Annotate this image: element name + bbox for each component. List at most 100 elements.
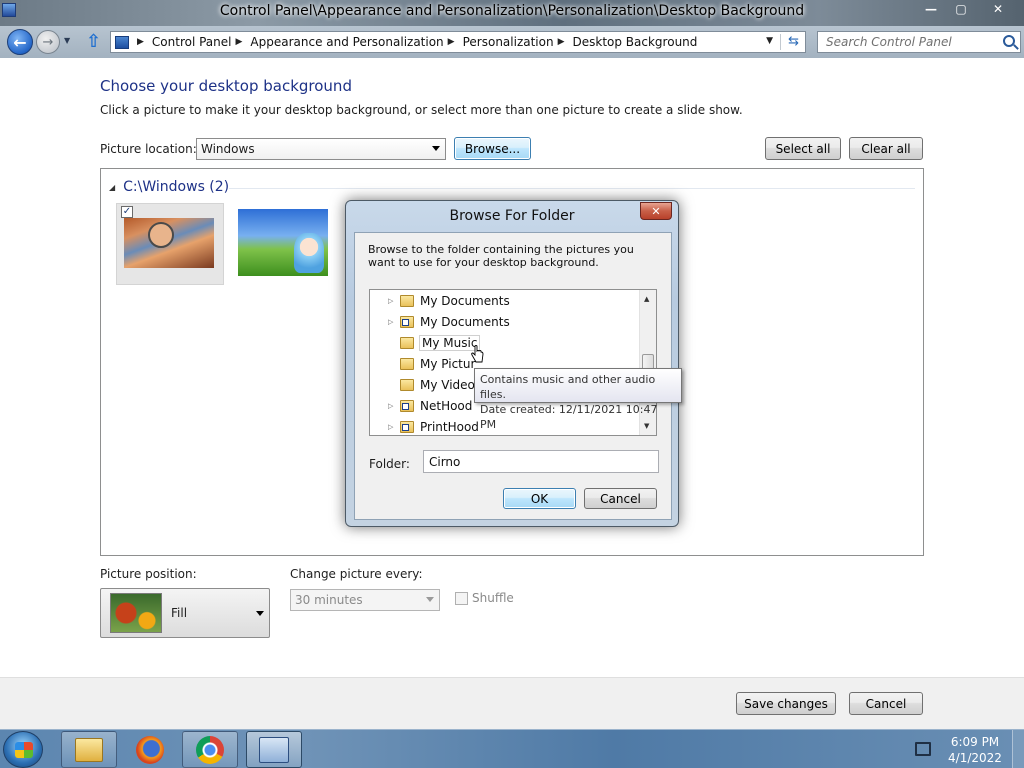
select-all-button[interactable]: Select all: [765, 137, 841, 160]
search-input[interactable]: [818, 32, 996, 52]
dialog-cancel-button[interactable]: Cancel: [584, 488, 657, 509]
clear-all-button[interactable]: Clear all: [849, 137, 923, 160]
shuffle-checkbox[interactable]: Shuffle: [455, 591, 514, 605]
taskbar-explorer[interactable]: [61, 731, 117, 768]
folder-icon: [400, 378, 414, 391]
taskbar-firefox[interactable]: [122, 731, 178, 768]
recent-pages-dropdown[interactable]: ▼: [64, 36, 70, 45]
address-bar[interactable]: ▶ Control Panel ▶ Appearance and Persona…: [110, 31, 806, 53]
change-every-select[interactable]: 30 minutes: [290, 589, 440, 611]
search-icon[interactable]: [1003, 35, 1015, 47]
tree-item-label: My Videos: [420, 377, 482, 392]
picture-position-label: Picture position:: [100, 567, 197, 581]
position-preview-image: [110, 593, 162, 633]
expand-arrow-icon[interactable]: ▷: [388, 423, 398, 431]
picture-location-value: Windows: [201, 142, 255, 156]
folder-shortcut-icon: [400, 399, 414, 412]
tooltip-description: Contains music and other audio files.: [480, 373, 656, 401]
back-arrow-icon: ←: [13, 32, 27, 52]
taskbar-chrome[interactable]: [182, 731, 238, 768]
breadcrumb-separator-icon[interactable]: ▶: [137, 37, 144, 47]
system-clock[interactable]: 6:09 PM 4/1/2022: [940, 734, 1010, 766]
chrome-icon: [196, 735, 224, 764]
picture-position-value: Fill: [171, 606, 188, 620]
forward-button[interactable]: →: [36, 30, 60, 54]
breadcrumb-separator-icon[interactable]: ▶: [558, 37, 565, 47]
show-desktop-button[interactable]: [1012, 730, 1024, 768]
breadcrumb-personalization[interactable]: Personalization: [463, 35, 554, 49]
breadcrumb-separator-icon[interactable]: ▶: [448, 37, 455, 47]
page-title: Choose your desktop background: [100, 77, 352, 95]
taskbar: 6:09 PM 4/1/2022: [0, 729, 1024, 768]
tree-item-label: My Pictur: [420, 356, 476, 371]
address-divider: [780, 34, 781, 50]
folder-label: Folder:: [369, 457, 410, 471]
tree-item-label: My Documents: [420, 293, 510, 308]
expand-arrow-icon[interactable]: ▷: [388, 297, 398, 305]
group-header[interactable]: ◢ C:\Windows (2): [109, 179, 229, 195]
tooltip-date-created: Date created: 12/11/2021 10:47 PM: [480, 403, 658, 431]
change-every-value: 30 minutes: [295, 593, 363, 607]
expand-arrow-icon[interactable]: ▷: [388, 318, 398, 326]
browse-button[interactable]: Browse...: [454, 137, 531, 160]
up-arrow-icon[interactable]: ⇧: [86, 31, 101, 52]
picture-position-select[interactable]: Fill: [100, 588, 270, 638]
start-button[interactable]: [3, 731, 43, 768]
clock-date: 4/1/2022: [948, 751, 1002, 765]
chevron-down-icon: [432, 146, 440, 151]
folder-shortcut-icon: [400, 420, 414, 433]
group-divider: [229, 188, 915, 189]
wallpaper-thumbnail[interactable]: [238, 209, 328, 276]
checkbox-icon[interactable]: [455, 591, 468, 605]
address-dropdown-icon[interactable]: ▼: [766, 36, 773, 46]
control-panel-icon: [259, 736, 289, 763]
dialog-title: Browse For Folder: [449, 208, 575, 224]
window-title-bar: Control Panel\Appearance and Personaliza…: [0, 0, 1024, 26]
folder-tooltip: Contains music and other audio files. Da…: [474, 368, 682, 431]
scroll-up-arrow-icon[interactable]: ▲: [644, 295, 649, 303]
hand-cursor-icon: [471, 345, 484, 363]
back-button[interactable]: ←: [7, 29, 33, 55]
search-box[interactable]: [817, 31, 1021, 53]
tree-item[interactable]: ▷ My Documents: [370, 290, 640, 311]
minimize-button[interactable]: —: [918, 0, 944, 18]
firefox-icon: [136, 735, 164, 764]
refresh-icon[interactable]: ⇆: [788, 34, 799, 49]
ok-button[interactable]: OK: [503, 488, 576, 509]
breadcrumb-control-panel[interactable]: Control Panel: [152, 35, 232, 49]
window-title: Control Panel\Appearance and Personaliza…: [219, 3, 805, 19]
expand-arrow-icon[interactable]: ▷: [388, 402, 398, 410]
folder-icon: [400, 357, 414, 370]
tree-item[interactable]: ▷ My Documents: [370, 311, 640, 332]
breadcrumb-separator-icon[interactable]: ▶: [236, 37, 243, 47]
close-button[interactable]: ✕: [978, 0, 1018, 18]
tree-item[interactable]: My Music: [370, 332, 640, 353]
wallpaper-thumbnail[interactable]: ✓: [116, 203, 224, 285]
checkbox-checked-icon[interactable]: ✓: [121, 206, 133, 218]
breadcrumb-desktop-background[interactable]: Desktop Background: [573, 35, 698, 49]
control-panel-icon: [115, 35, 129, 49]
dialog-close-button[interactable]: ✕: [640, 202, 672, 220]
footer-bar: Save changes Cancel: [0, 677, 1024, 729]
maximize-button[interactable]: ▢: [948, 0, 974, 18]
network-icon[interactable]: [915, 742, 931, 756]
forward-arrow-icon: →: [42, 34, 54, 50]
breadcrumb-appearance[interactable]: Appearance and Personalization: [250, 35, 443, 49]
folder-field[interactable]: [423, 450, 659, 473]
folder-shortcut-icon: [400, 315, 414, 328]
clock-time: 6:09 PM: [950, 735, 1000, 749]
tree-item-label: My Documents: [420, 314, 510, 329]
change-every-label: Change picture every:: [290, 567, 423, 581]
tree-item-label: NetHood: [420, 398, 473, 413]
save-changes-button[interactable]: Save changes: [736, 692, 836, 715]
cancel-button[interactable]: Cancel: [849, 692, 923, 715]
collapse-triangle-icon[interactable]: ◢: [109, 183, 115, 192]
taskbar-control-panel[interactable]: [246, 731, 302, 768]
tree-item-label: PrintHood: [420, 419, 479, 434]
character-image: [294, 233, 324, 273]
picture-location-label: Picture location:: [100, 142, 197, 156]
page-description: Click a picture to make it your desktop …: [100, 103, 743, 117]
folder-icon: [400, 294, 414, 307]
picture-location-select[interactable]: Windows: [196, 138, 446, 160]
navigation-bar: ← → ▼ ⇧ ▶ Control Panel ▶ Appearance and…: [0, 26, 1024, 58]
